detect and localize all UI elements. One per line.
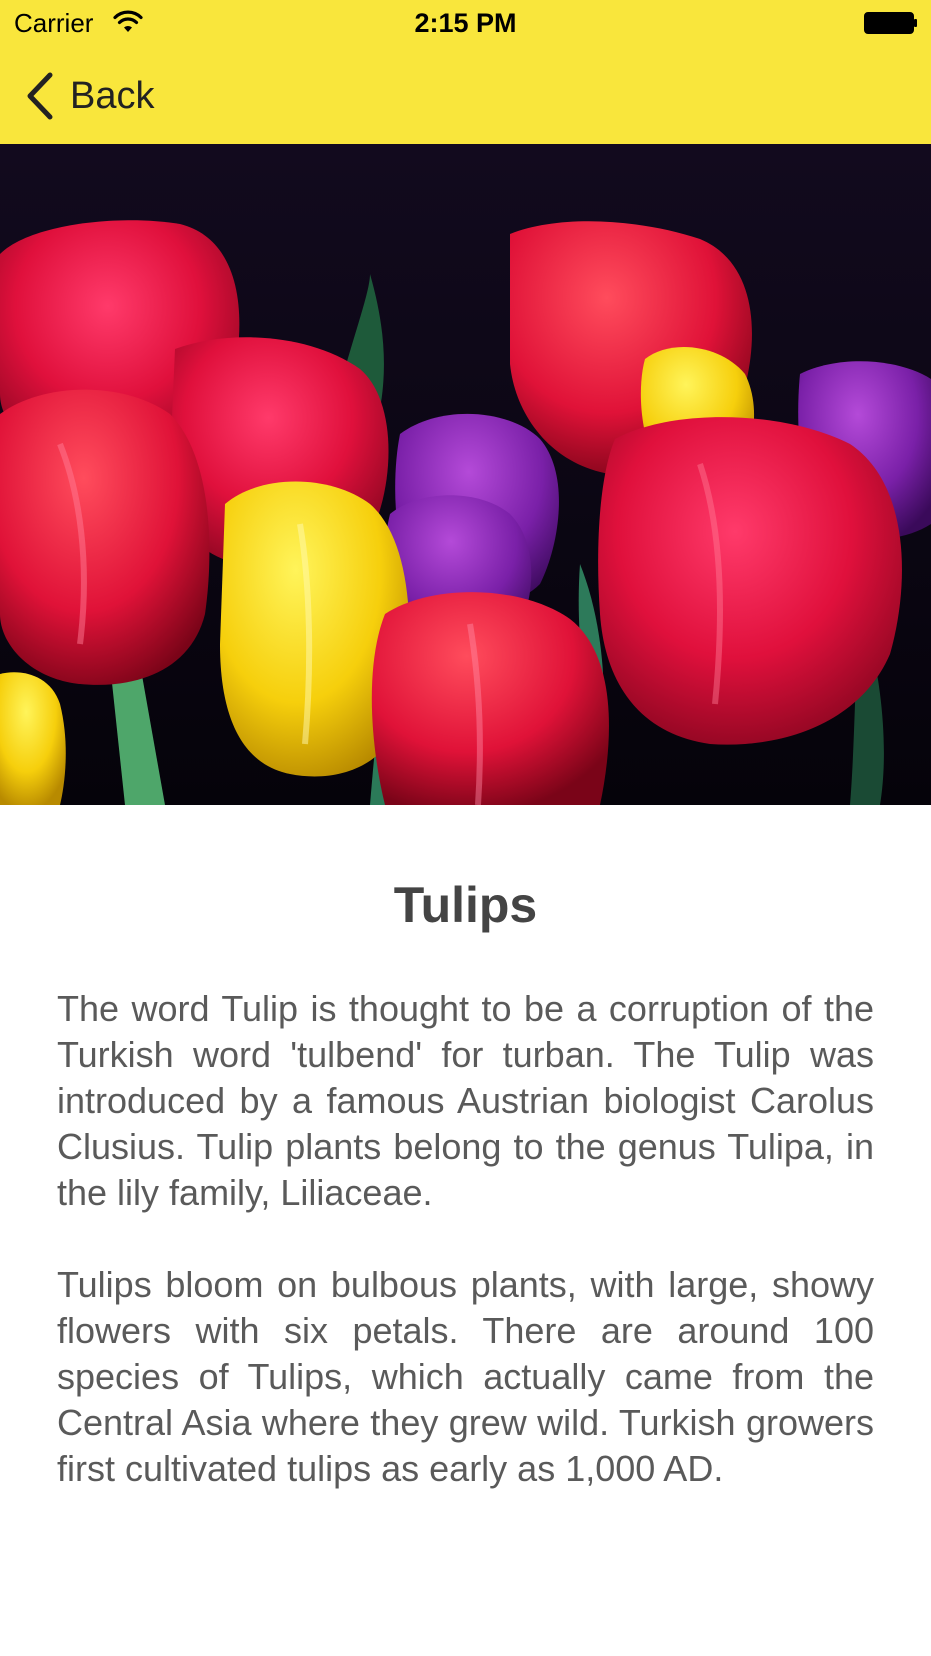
status-bar: Carrier 2:15 PM (0, 0, 931, 46)
back-button[interactable]: Back (24, 68, 154, 124)
article-paragraph: Tulips bloom on bulbous plants, with lar… (57, 1264, 874, 1489)
navigation-bar: Carrier 2:15 PM Back (0, 0, 931, 144)
chevron-left-icon (27, 72, 53, 120)
article: Tulips The word Tulip is thought to be a… (57, 870, 874, 1538)
clock: 2:15 PM (414, 8, 517, 38)
tulips-photo (0, 144, 931, 805)
back-label: Back (70, 75, 155, 117)
article-body: The word Tulip is thought to be a corrup… (57, 986, 874, 1492)
battery-icon (864, 12, 917, 34)
article-paragraph: The word Tulip is thought to be a corrup… (57, 988, 874, 1213)
article-title: Tulips (393, 877, 538, 933)
